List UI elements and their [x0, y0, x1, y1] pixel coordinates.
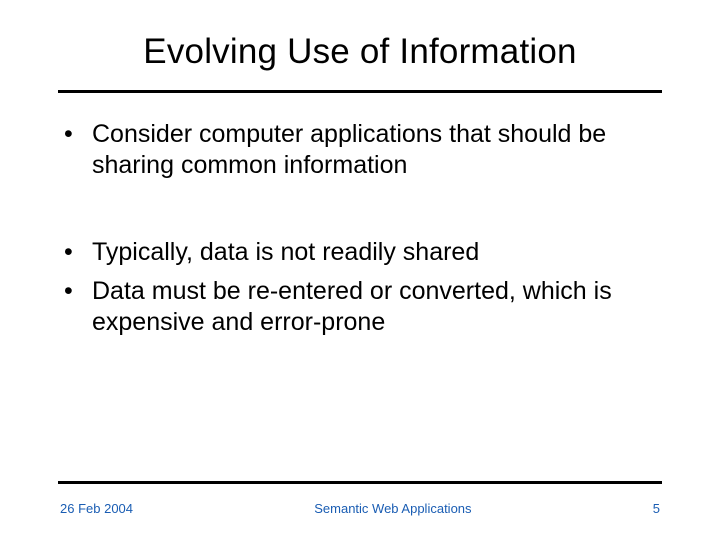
slide: Evolving Use of Information Consider com…	[0, 0, 720, 540]
bullet-item: Typically, data is not readily shared	[58, 237, 670, 268]
bullet-list: Typically, data is not readily shared Da…	[58, 237, 670, 338]
footer-divider	[58, 481, 662, 484]
footer-date: 26 Feb 2004	[60, 501, 133, 516]
bullet-item: Consider computer applications that shou…	[58, 119, 670, 181]
bullet-gap	[58, 189, 670, 237]
footer-center: Semantic Web Applications	[133, 501, 653, 516]
slide-body: Consider computer applications that shou…	[50, 93, 670, 338]
slide-footer: 26 Feb 2004 Semantic Web Applications 5	[50, 501, 670, 516]
footer-page-number: 5	[653, 501, 660, 516]
slide-title: Evolving Use of Information	[50, 32, 670, 72]
bullet-item: Data must be re-entered or converted, wh…	[58, 276, 670, 338]
bullet-list: Consider computer applications that shou…	[58, 119, 670, 181]
